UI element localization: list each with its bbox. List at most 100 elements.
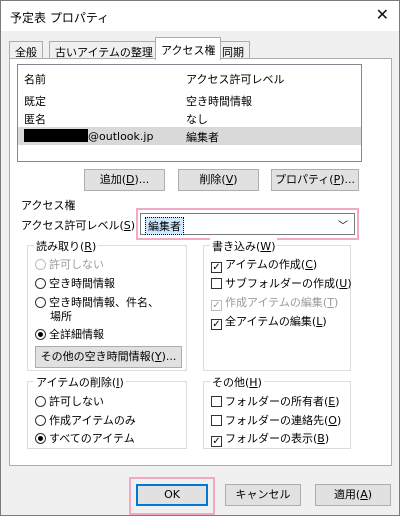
table-row-selected[interactable]: @outlook.jp 編集者: [18, 127, 361, 145]
access-key: W: [260, 240, 272, 253]
row-level: 空き時間情報: [186, 95, 252, 108]
row-level: なし: [186, 113, 208, 126]
other-group-title: その他(H): [210, 374, 264, 390]
properties-dialog: 予定表 プロパティ ✕ 全般 古いアイテムの整理 アクセス権 同期 名前 アクセ…: [0, 0, 400, 516]
apply-button[interactable]: 適用(A): [315, 484, 391, 506]
button-label: その他の空き時間情報(: [40, 350, 155, 363]
tab-autoarchive[interactable]: 古いアイテムの整理: [49, 41, 159, 59]
read-freebusy-subject-option-line2: 場所: [50, 310, 72, 323]
column-header-name[interactable]: 名前: [24, 71, 46, 87]
option-label: 空き時間情報: [49, 277, 115, 290]
cancel-button[interactable]: キャンセル: [225, 484, 301, 506]
checkbox-checked-icon: ✓: [211, 262, 222, 273]
redacted-name: [24, 129, 88, 142]
access-key: R: [84, 240, 92, 253]
option-label: 許可しない: [49, 258, 104, 271]
properties-button[interactable]: プロパティ(P)...: [271, 169, 359, 191]
group-title-tail: ): [91, 240, 97, 253]
row-name: @outlook.jp: [24, 129, 153, 143]
option-label: 全詳細情報: [49, 328, 104, 341]
delete-button[interactable]: 削除(V): [178, 169, 259, 191]
radio-icon: [35, 433, 46, 444]
button-label-tail: )...: [161, 350, 177, 363]
close-icon[interactable]: ✕: [376, 6, 389, 24]
tab-permissions[interactable]: アクセス権: [155, 37, 222, 60]
option-label: フォルダーの所有者(: [225, 395, 329, 408]
read-none-option[interactable]: 許可しない: [35, 257, 104, 273]
button-label-tail: ): [233, 173, 238, 186]
radio-icon: [35, 396, 46, 407]
option-label: 作成アイテムのみ: [49, 414, 136, 427]
option-label: 全アイテムの編集(: [225, 315, 317, 328]
other-folder-visible-option[interactable]: ✓ フォルダーの表示(B): [211, 431, 329, 447]
permissions-list[interactable]: 名前 アクセス許可レベル 既定 空き時間情報 匿名 なし @outlook.jp…: [17, 64, 362, 162]
option-label: サブフォルダーの作成(: [225, 277, 340, 290]
radio-icon: [35, 278, 46, 289]
access-key: T: [327, 296, 334, 309]
add-button[interactable]: 追加(D)...: [84, 169, 165, 191]
checkbox-unchecked-icon: [211, 415, 222, 426]
group-title-text: アイテムの削除(: [36, 376, 117, 389]
radio-icon: [35, 329, 46, 340]
access-section-label: アクセス権: [21, 199, 76, 212]
button-label: プロパティ(: [274, 173, 334, 186]
row-name: 匿名: [24, 113, 46, 126]
row-name-domain: @outlook.jp: [88, 130, 154, 143]
option-label-tail: ): [324, 432, 330, 445]
option-label-tail: ): [312, 258, 318, 271]
option-label-tail: ): [322, 315, 327, 328]
option-label: アイテムの作成(: [225, 258, 306, 271]
option-label-tail: ): [347, 277, 352, 290]
table-row[interactable]: 既定 空き時間情報: [18, 91, 361, 109]
access-key: H: [249, 376, 258, 389]
access-key: S: [123, 219, 131, 232]
delete-own-option[interactable]: 作成アイテムのみ: [35, 413, 136, 429]
checkbox-unchecked-icon: [211, 396, 222, 407]
option-label: フォルダーの表示(: [225, 432, 318, 445]
write-create-subfolders-option[interactable]: サブフォルダーの作成(U): [211, 276, 352, 292]
checkbox-unchecked-icon: [211, 278, 222, 289]
radio-icon: [35, 297, 46, 308]
dropdown-highlight: [136, 208, 359, 240]
other-folder-owner-option[interactable]: フォルダーの所有者(E): [211, 394, 340, 410]
option-label-tail: ): [333, 296, 339, 309]
option-label: 空き時間情報、件名、: [49, 296, 159, 309]
delete-all-option[interactable]: すべてのアイテム: [35, 431, 135, 447]
option-label: 作成アイテムの編集(: [225, 296, 328, 309]
delete-items-group-title: アイテムの削除(I): [34, 374, 126, 390]
other-freebusy-button[interactable]: その他の空き時間情報(Y)...: [35, 346, 182, 368]
button-label-tail: )...: [340, 173, 356, 186]
read-full-details-option[interactable]: 全詳細情報: [35, 327, 104, 343]
tab-general[interactable]: 全般: [9, 41, 43, 59]
access-key: D: [126, 173, 135, 186]
column-header-level[interactable]: アクセス許可レベル: [186, 71, 284, 87]
read-group-title: 読み取り(R): [34, 238, 99, 254]
access-key: B: [317, 432, 325, 445]
button-label: 適用(: [333, 488, 361, 501]
table-row[interactable]: 匿名 なし: [18, 109, 361, 127]
button-label: 追加(: [99, 173, 127, 186]
access-key: C: [305, 258, 313, 271]
write-group-title: 書き込み(W): [210, 238, 278, 254]
write-create-items-option[interactable]: ✓ アイテムの作成(C): [211, 257, 317, 273]
radio-icon: [35, 415, 46, 426]
access-key: O: [328, 414, 337, 427]
other-folder-contact-option[interactable]: フォルダーの連絡先(O): [211, 413, 341, 429]
option-label: フォルダーの連絡先(: [225, 414, 329, 427]
option-label: 許可しない: [49, 395, 104, 408]
button-label: キャンセル: [235, 488, 291, 501]
group-title-tail: ): [271, 240, 276, 253]
permission-level-label: アクセス許可レベル(S):: [21, 217, 139, 233]
access-key: A: [360, 488, 368, 501]
delete-none-option[interactable]: 許可しない: [35, 394, 104, 410]
label-text: アクセス許可レベル(: [21, 219, 124, 232]
window-title: 予定表 プロパティ: [10, 11, 110, 25]
button-label-tail: ): [367, 488, 373, 501]
list-header: 名前 アクセス許可レベル: [18, 69, 361, 87]
button-label-tail: )...: [134, 173, 150, 186]
group-title-text: その他(: [212, 376, 250, 389]
write-edit-all-option[interactable]: ✓ 全アイテムの編集(L): [211, 314, 327, 330]
read-freebusy-option[interactable]: 空き時間情報: [35, 276, 115, 292]
checkbox-checked-icon: ✓: [211, 319, 222, 330]
write-edit-own-option[interactable]: ✓ 作成アイテムの編集(T): [211, 295, 338, 311]
